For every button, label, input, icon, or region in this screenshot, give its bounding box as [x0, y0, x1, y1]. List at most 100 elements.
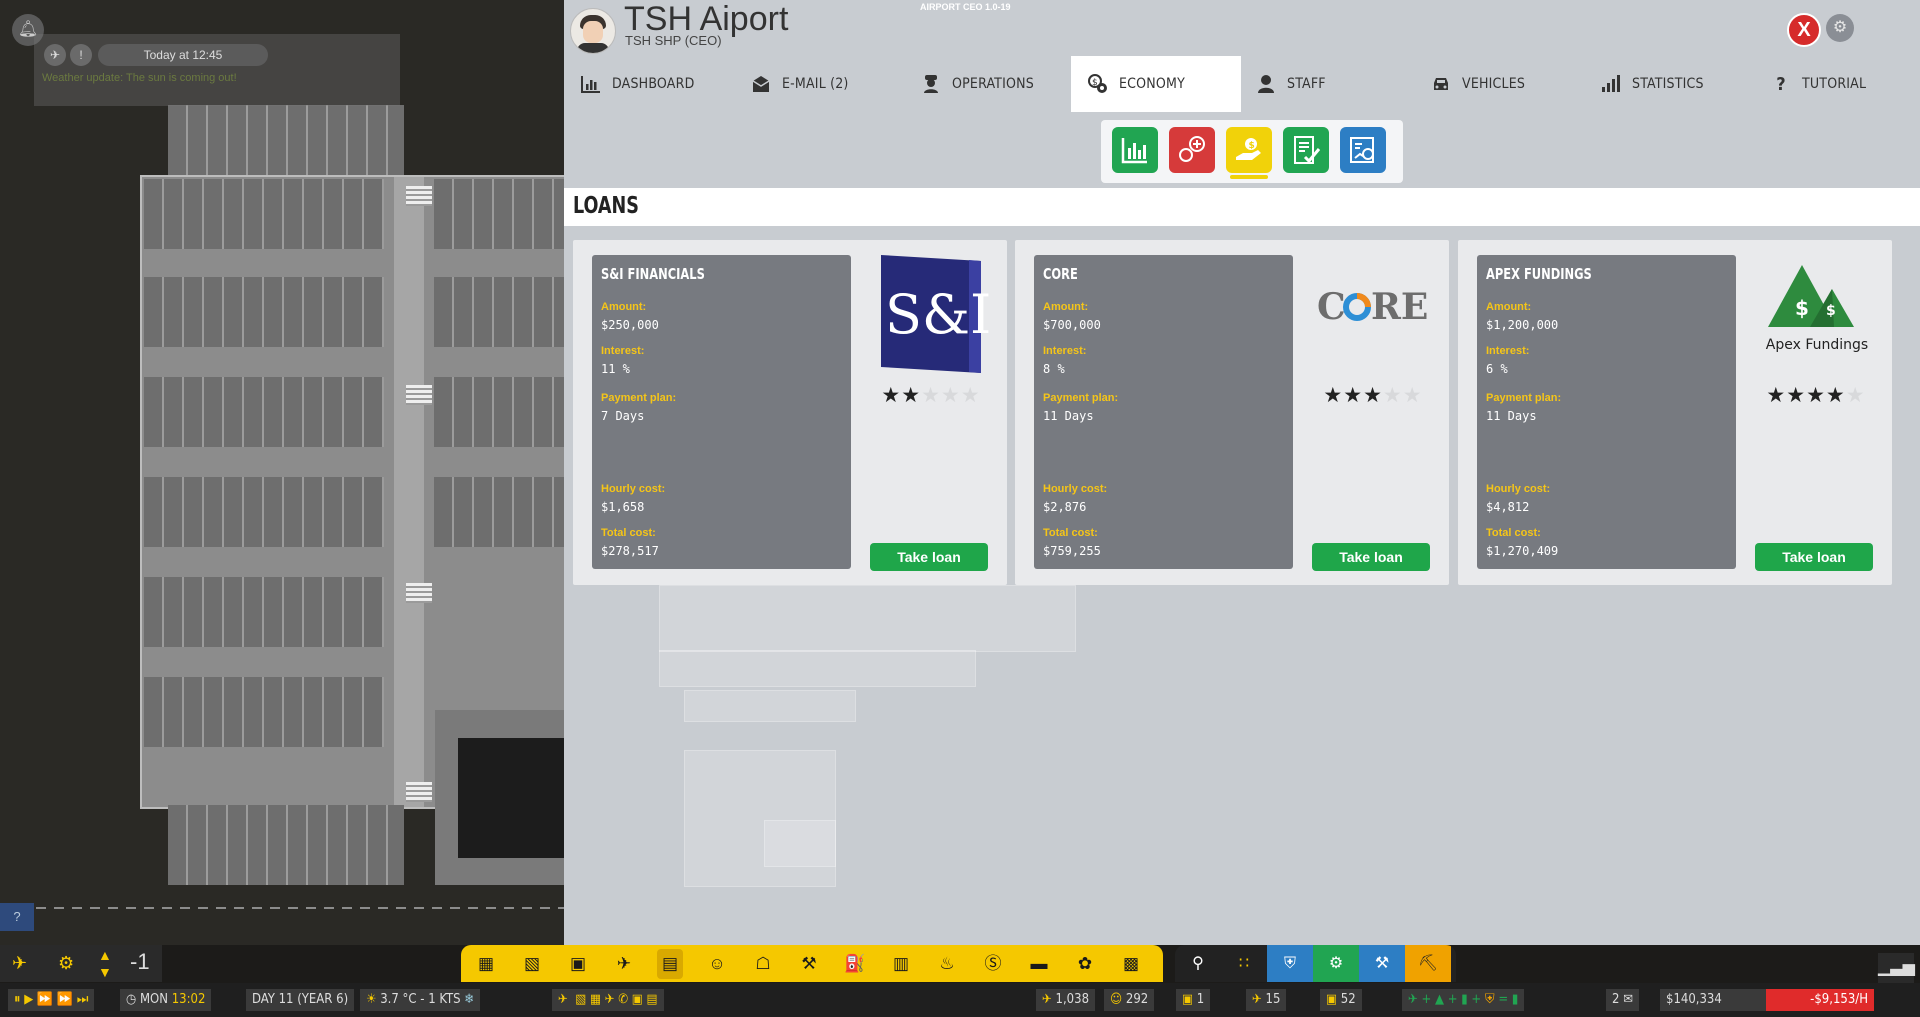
email-icon: ✉ [1623, 992, 1633, 1007]
bulldoze-icon[interactable]: ⛏ [1405, 945, 1451, 982]
airplane-icon: ✈ [44, 44, 66, 66]
notification-message: Weather update: The sun is coming out! [42, 72, 237, 84]
security-tool-icon[interactable]: ☖ [750, 951, 776, 977]
svg-text:$: $ [1826, 303, 1836, 319]
amount-label: Amount: [1486, 301, 1532, 313]
economy-overview-button[interactable] [1112, 127, 1158, 173]
runway-icon[interactable]: ✈ [12, 953, 27, 974]
loan-card: S&I FINANCIALS Amount: $250,000 Interest… [573, 240, 1007, 585]
si-financials-logo: S&I [875, 255, 991, 375]
level-down-icon[interactable]: ▼ [98, 964, 112, 980]
economy-loans-button[interactable]: $ [1226, 127, 1272, 179]
economy-expenses-button[interactable] [1169, 127, 1215, 173]
lender-rating: ★★★★★ [1323, 384, 1423, 407]
lender-rating: ★★★★★ [881, 384, 981, 407]
bottom-hud: ✈ ⚙ ▲ ▼ -1 ▦ ▧ ▣ ✈ ▤ ☺ ☖ ⚒ ⛽ ▥ ♨ Ⓢ ▬ ✿ ▩… [0, 945, 1920, 1017]
airport-map-view[interactable]: 🔔︎ ✈ ! Today at 12:45 Weather update: Th… [0, 0, 564, 945]
notification-time: Today at 12:45 [98, 44, 268, 66]
email-count[interactable]: 2 ✉ [1606, 989, 1639, 1011]
time-of-day: 13:02 [171, 992, 206, 1007]
close-panel-button[interactable]: X [1787, 13, 1821, 47]
payment-plan-label: Payment plan: [601, 392, 677, 404]
loan-card: CORE Amount: $700,000 Interest: 8 % Paym… [1015, 240, 1449, 585]
core-logo: C RE [1317, 255, 1431, 375]
finance-tool-icon[interactable]: Ⓢ [980, 951, 1006, 977]
zones-tool-icon[interactable]: ▧ [519, 951, 545, 977]
maintenance-icon[interactable]: ⚙ [1313, 945, 1359, 982]
question-icon: ? [1776, 73, 1786, 95]
interest-label: Interest: [1043, 345, 1087, 357]
amount-label: Amount: [1043, 301, 1089, 313]
bar-chart-icon [580, 73, 602, 95]
construction-icon[interactable]: ⚒ [1359, 945, 1405, 982]
food-tool-icon[interactable]: ♨ [934, 951, 960, 977]
search-icon[interactable]: ⚲ [1175, 945, 1221, 982]
foundation-tool-icon[interactable]: ▦ [473, 951, 499, 977]
tab-staff[interactable]: STAFF [1239, 56, 1410, 112]
tab-statistics[interactable]: STATISTICS [1584, 56, 1755, 112]
decor-tool-icon[interactable]: ✿ [1072, 951, 1098, 977]
payment-plan-value: 7 Days [601, 409, 645, 423]
airside-tool-icon[interactable]: ✈ [611, 951, 637, 977]
finance-chart-icon[interactable]: ▁▃▅ [1878, 953, 1915, 983]
flight-count: ✈ 15 [1246, 989, 1287, 1011]
svg-text:$: $ [1092, 78, 1098, 88]
tab-dashboard[interactable]: DASHBOARD [564, 56, 735, 112]
stats-icon [1600, 73, 1622, 95]
take-loan-button[interactable]: Take loan [1755, 543, 1873, 571]
passenger-value: 1,038 [1055, 992, 1090, 1007]
level-up-icon[interactable]: ▲ [98, 947, 112, 963]
baggage-tool-icon[interactable]: ▤ [657, 949, 683, 979]
take-loan-button[interactable]: Take loan [870, 543, 988, 571]
section-header: LOANS [564, 188, 1920, 226]
security-shield-icon[interactable]: ⛨ [1267, 945, 1313, 982]
passenger-count: ✈ 1,038 [1036, 989, 1096, 1011]
hourly-rate[interactable]: -$9,153/H [1766, 989, 1874, 1011]
flight-icon: ✈ [1252, 992, 1262, 1007]
clock-icon: ◷ [126, 992, 137, 1007]
help-button[interactable]: ? [0, 903, 34, 931]
checkin-tool-icon[interactable]: ▥ [888, 951, 914, 977]
seating-tool-icon[interactable]: ▬ [1026, 951, 1052, 977]
total-cost-value: $759,255 [1043, 544, 1101, 558]
storage-tool-icon[interactable]: ▩ [1118, 951, 1144, 977]
fuel-tool-icon[interactable]: ⛽ [842, 951, 868, 977]
svg-text:$: $ [1795, 296, 1809, 320]
loan-details: CORE Amount: $700,000 Interest: 8 % Paym… [1034, 255, 1293, 569]
game-version: AIRPORT CEO 1.0-19 [920, 2, 1011, 12]
amount-value: $700,000 [1043, 318, 1101, 332]
grid-icon[interactable]: ∷ [1221, 945, 1267, 982]
tab-vehicles[interactable]: VEHICLES [1414, 56, 1585, 112]
vehicle-count: ▣ 52 [1320, 989, 1362, 1011]
vehicle-tool-icon[interactable]: ▣ [565, 951, 591, 977]
lender-rating: ★★★★★ [1766, 384, 1866, 407]
balance[interactable]: $140,334 [1660, 989, 1768, 1011]
total-cost-label: Total cost: [1043, 527, 1098, 539]
take-loan-button[interactable]: Take loan [1312, 543, 1430, 571]
svg-text:C: C [1317, 286, 1347, 328]
tab-economy[interactable]: $ ECONOMY [1071, 56, 1241, 112]
economy-contracts-button[interactable] [1283, 127, 1329, 173]
payment-plan-value: 11 Days [1043, 409, 1094, 423]
staff-icon: ☺ [1110, 992, 1123, 1007]
apex-fundings-logo: $ $ Apex Fundings [1760, 255, 1874, 375]
person-icon [1255, 73, 1277, 95]
panel-tabs: DASHBOARD E-MAIL (2) OPERATIONS $ ECONOM… [564, 56, 1920, 112]
svg-text:RE: RE [1371, 286, 1428, 328]
tab-label: VEHICLES [1462, 76, 1526, 92]
amount-value: $1,200,000 [1486, 318, 1559, 332]
notification-card[interactable]: ✈ ! Today at 12:45 Weather update: The s… [34, 34, 400, 106]
structures-tool-icon[interactable]: ⚒ [796, 951, 822, 977]
settings-icon[interactable]: ⚙ [58, 953, 74, 974]
tab-label: STATISTICS [1632, 76, 1704, 92]
staff-count: ☺ 292 [1104, 989, 1155, 1011]
settings-gear-icon[interactable]: ⚙ [1826, 14, 1854, 42]
tab-operations[interactable]: OPERATIONS [904, 56, 1075, 112]
economy-reports-button[interactable] [1340, 127, 1386, 173]
quick-tools[interactable]: ✈ ▧ ▦ ✈ ✆ ▣ ▤ [552, 989, 664, 1011]
tab-tutorial[interactable]: ? TUTORIAL [1754, 56, 1920, 112]
tab-email[interactable]: E-MAIL (2) [734, 56, 905, 112]
playback-controls[interactable]: ⏸ ▶ ⏩ ⏩ ⏭ [8, 989, 95, 1011]
ratings-summary[interactable]: ✈ + ▲ + ▮ + ⛨ = ▮ [1402, 989, 1525, 1011]
staff-tool-icon[interactable]: ☺ [704, 951, 730, 977]
